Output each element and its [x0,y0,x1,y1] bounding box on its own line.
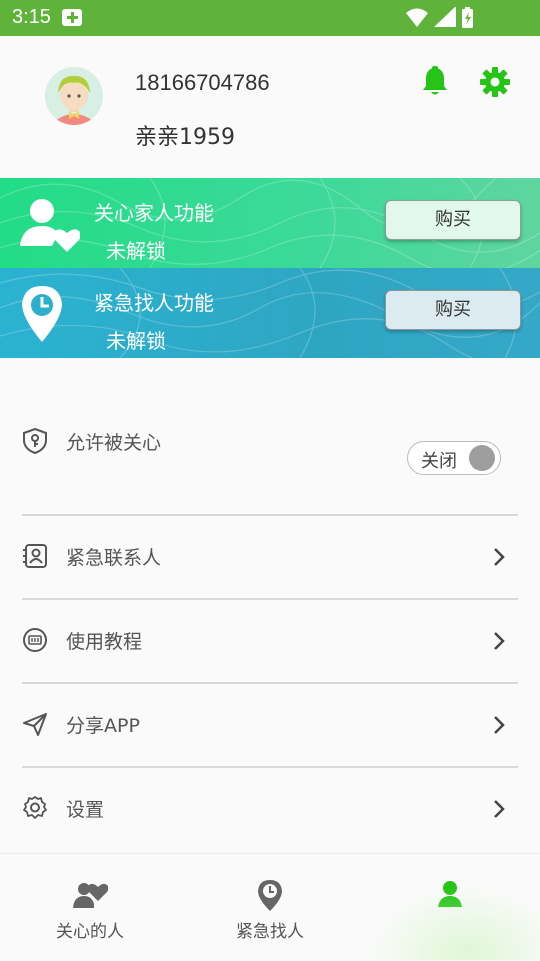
location-clock-icon [258,880,282,911]
toggle-knob [469,445,495,471]
status-bar: 3:15 [0,0,540,36]
profile-header: 18166704786 亲亲1959 [0,36,540,178]
menu-item-share-app[interactable]: 分享APP [22,711,518,741]
tab-emergency-find[interactable]: 紧急找人 [180,854,360,961]
bell-icon[interactable] [421,66,449,98]
tutorial-icon [23,628,47,652]
menu-item-label: 使用教程 [66,631,143,653]
emergency-banner-status: 未解锁 [106,329,166,353]
care-banner-status: 未解锁 [106,239,166,263]
tab-cared-people[interactable]: 关心的人 [0,854,180,961]
allow-care-toggle[interactable]: 关闭 [407,441,501,475]
divider [22,682,518,684]
status-time: 3:15 [12,6,51,28]
allow-care-label: 允许被关心 [66,432,162,454]
chevron-right-icon [494,632,505,650]
location-clock-icon [22,286,62,342]
chevron-right-icon [494,800,505,818]
chevron-right-icon [494,716,505,734]
divider [22,598,518,600]
notification-plus-icon [62,9,82,26]
menu-item-label: 紧急联系人 [66,547,162,569]
toggle-state-label: 关闭 [421,451,457,472]
care-banner-title: 关心家人功能 [94,201,214,225]
gear-icon[interactable] [479,66,511,98]
tab-ripple-glow [360,880,540,960]
chevron-right-icon [494,548,505,566]
menu-item-tutorial[interactable]: 使用教程 [22,627,518,657]
avatar-face-icon [45,67,103,125]
care-buy-button[interactable]: 购买 [385,200,521,240]
menu-item-label: 设置 [66,799,105,821]
gear-icon [23,796,47,819]
emergency-buy-button[interactable]: 购买 [385,290,521,330]
battery-icon [462,7,473,28]
contact-card-icon [23,544,47,568]
paper-plane-icon [23,713,47,736]
tab-label: 关心的人 [56,922,124,942]
wifi-icon [406,8,428,27]
user-phone: 18166704786 [135,70,270,95]
avatar[interactable] [45,67,103,125]
care-family-banner: 关心家人功能 未解锁 购买 [0,178,540,268]
emergency-find-banner: 紧急找人功能 未解锁 购买 [0,268,540,358]
person-heart-icon [20,199,80,252]
status-icons [406,7,473,28]
menu-item-emergency-contact[interactable]: 紧急联系人 [22,543,518,573]
divider [22,766,518,768]
divider [22,514,518,516]
people-heart-icon [73,883,108,908]
tab-label: 紧急找人 [236,922,304,942]
shield-key-icon [23,428,47,454]
emergency-banner-title: 紧急找人功能 [94,291,214,315]
user-nickname: 亲亲1959 [135,125,235,150]
menu-item-settings[interactable]: 设置 [22,795,518,825]
menu-item-label: 分享APP [66,715,140,737]
signal-icon [434,7,456,27]
